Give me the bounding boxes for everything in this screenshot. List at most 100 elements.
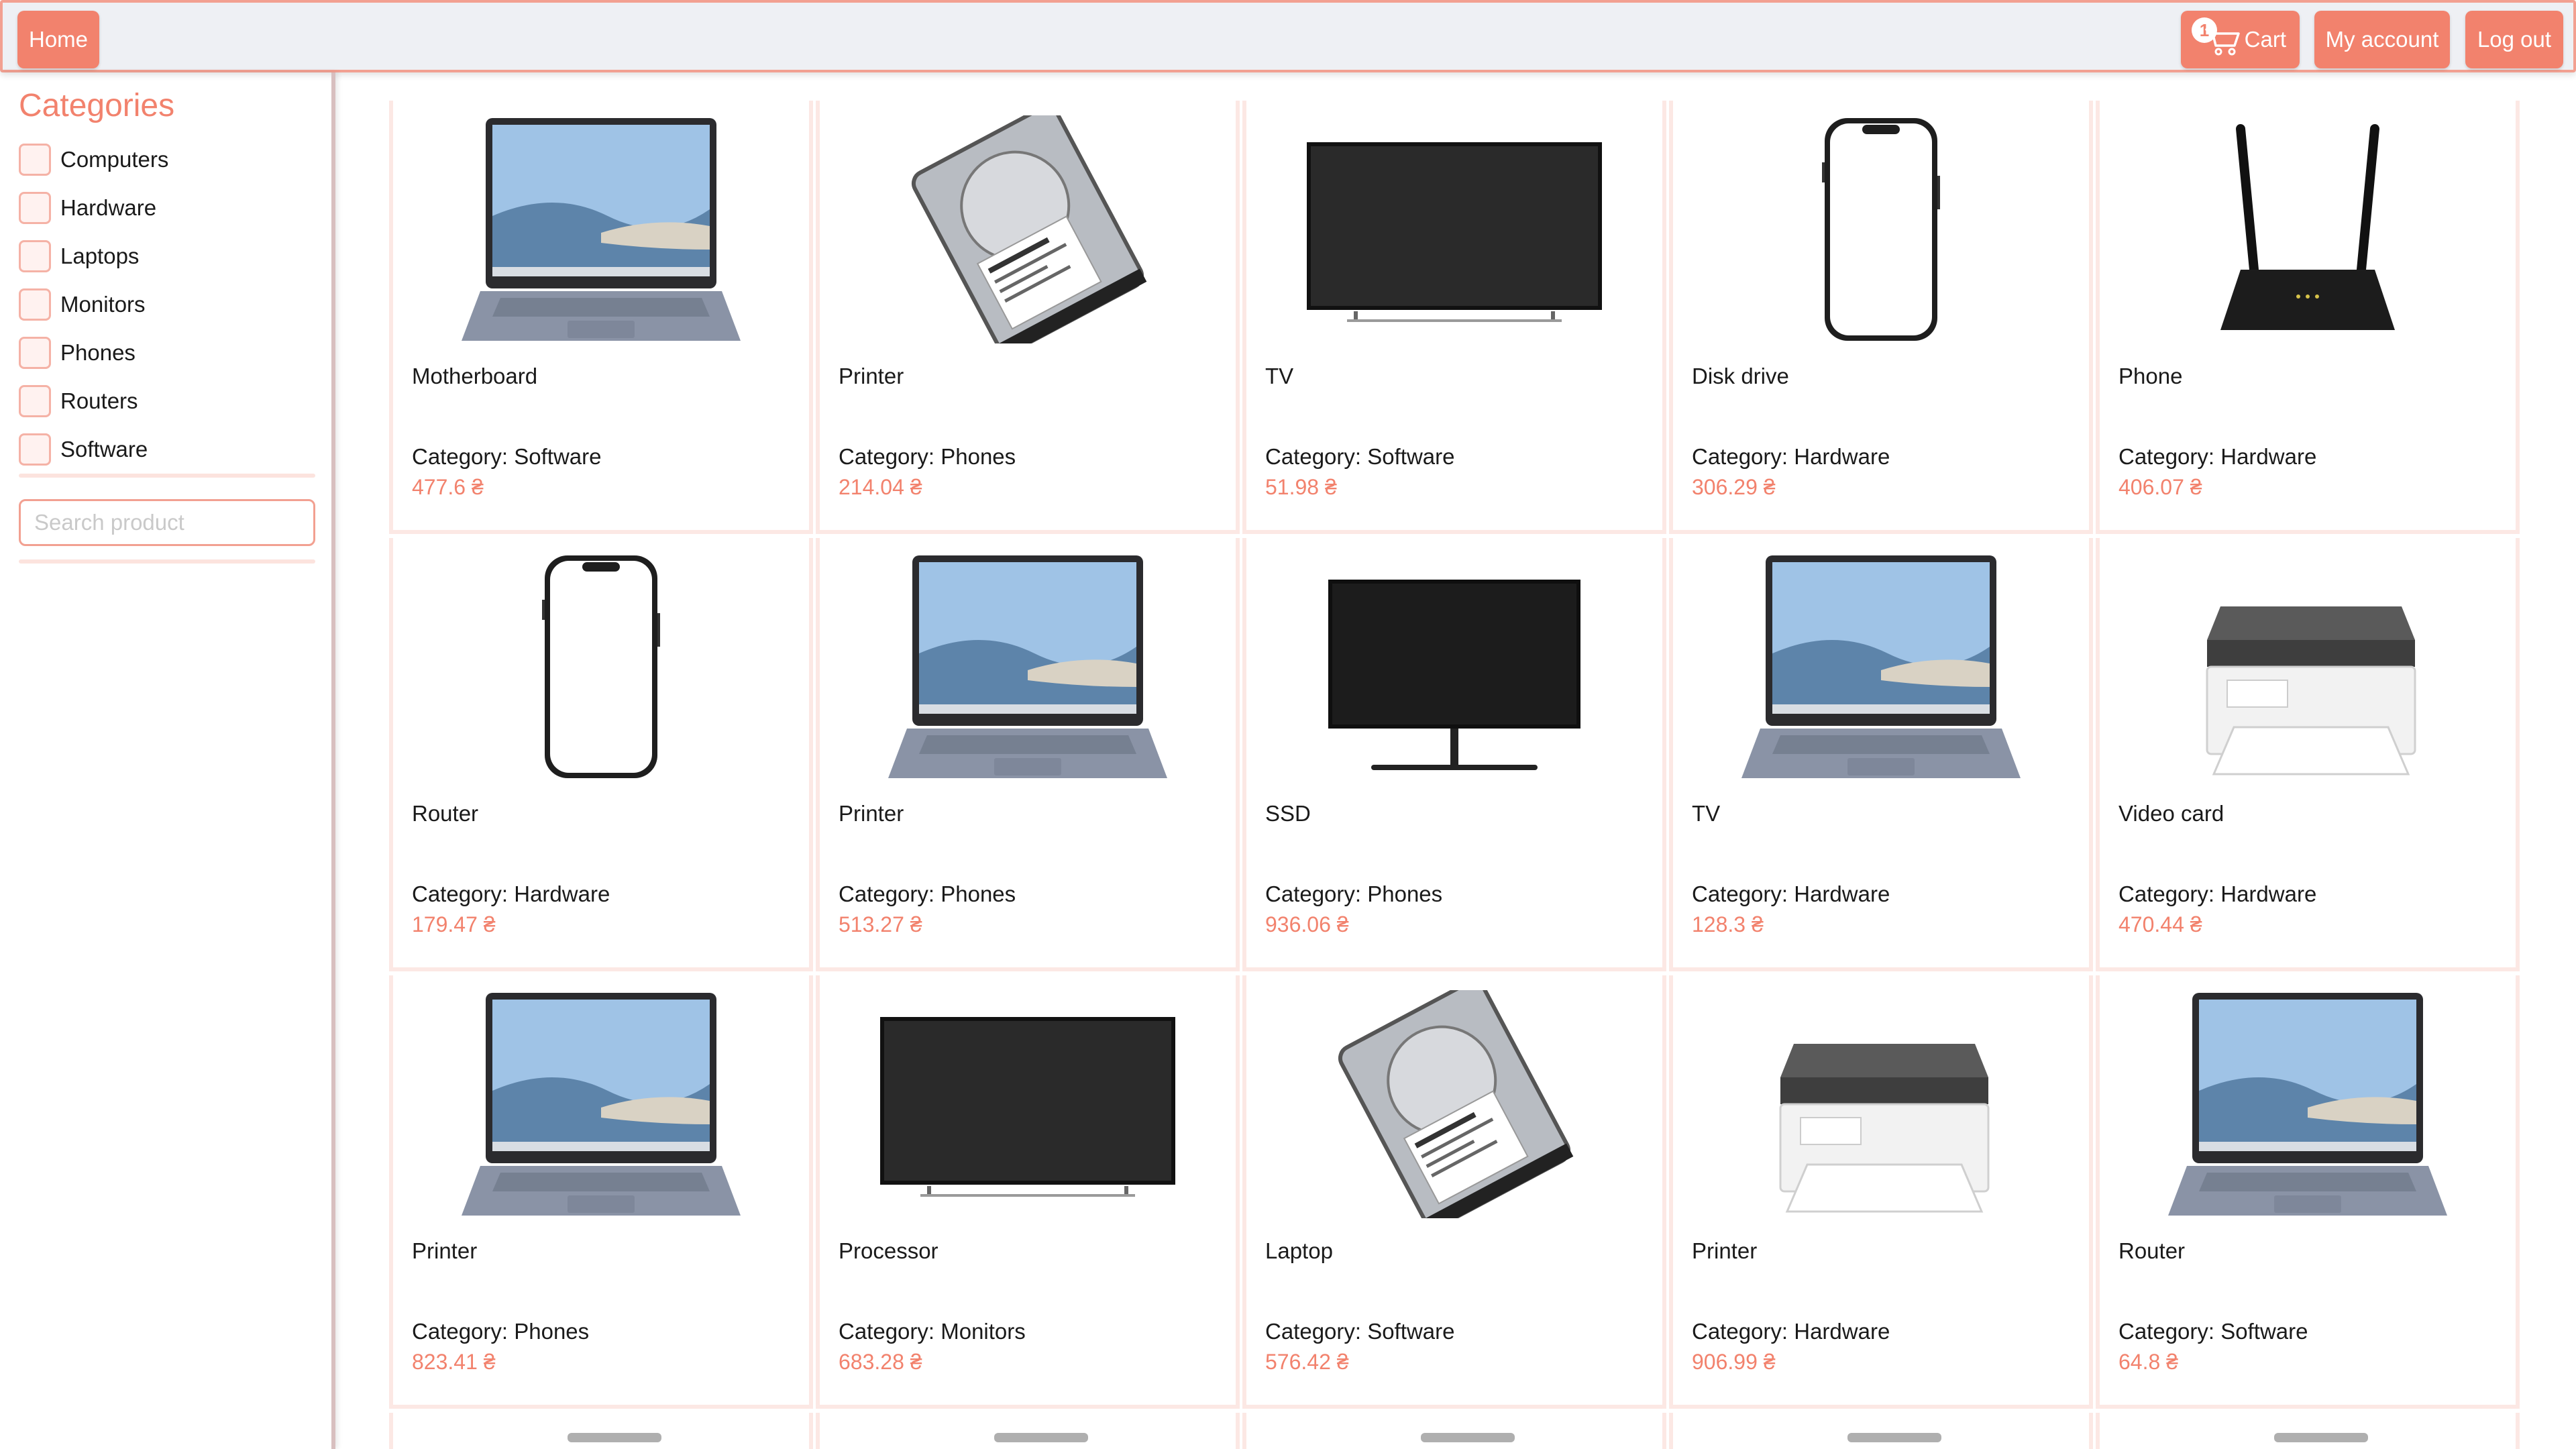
product-card[interactable]: Disk drive Category: Hardware 306.29 ₴ [1669,101,2093,534]
product-name[interactable]: Laptop [1265,1238,1333,1264]
categories-heading: Categories [19,88,175,123]
product-card[interactable]: TV Category: Software 51.98 ₴ [1242,101,1666,534]
product-price: 406.07 ₴ [2118,475,2202,499]
product-price: 128.3 ₴ [1692,912,1764,936]
printer-image[interactable] [1713,990,2049,1218]
product-category: Category: Hardware [2118,881,2317,906]
category-checkbox[interactable] [19,433,51,466]
product-card[interactable]: Video card Category: Hardware 470.44 ₴ [2096,538,2520,971]
product-name[interactable]: Phone [2118,364,2182,389]
product-price: 51.98 ₴ [1265,475,1337,499]
product-card[interactable]: Processor Category: Monitors 683.28 ₴ [816,975,1240,1409]
product-name[interactable]: TV [1265,364,1293,389]
category-checkbox[interactable] [19,288,51,321]
product-name[interactable]: Printer [412,1238,477,1264]
product-category: Category: Software [412,444,602,469]
product-card[interactable]: Printer Category: Phones 513.27 ₴ [816,538,1240,971]
category-checkbox[interactable] [19,337,51,369]
product-card[interactable]: Laptop Category: Software 576.42 ₴ [1242,975,1666,1409]
phone-image[interactable] [1713,115,2049,343]
product-name[interactable]: Router [2118,1238,2185,1264]
category-checkbox[interactable] [19,144,51,176]
laptop-image[interactable] [2140,990,2475,1218]
product-card[interactable]: Router Category: Hardware 179.47 ₴ [389,538,813,971]
category-label: Computers [60,147,169,172]
sidebar-divider [19,559,315,564]
product-name[interactable]: Processor [839,1238,938,1264]
product-image-partial [2274,1433,2368,1442]
category-checkbox[interactable] [19,192,51,224]
category-filter-list: Computers Hardware Laptops Monitors Phon… [19,136,168,474]
monitor-image[interactable] [1287,553,1622,781]
category-filter-monitors[interactable]: Monitors [19,280,168,329]
product-name[interactable]: Motherboard [412,364,537,389]
hard-drive-image[interactable] [860,105,1195,358]
product-name[interactable]: TV [1692,801,1720,826]
product-category: Category: Hardware [1692,1319,1890,1344]
product-category: Category: Software [1265,1319,1455,1344]
category-label: Hardware [60,195,157,220]
laptop-image[interactable] [1713,553,2049,781]
category-label: Laptops [60,244,140,268]
product-card[interactable]: Printer Category: Phones 823.41 ₴ [389,975,813,1409]
my-account-button[interactable]: My account [2314,11,2450,68]
category-label: Software [60,437,148,462]
laptop-image[interactable] [860,553,1195,781]
category-checkbox[interactable] [19,385,51,417]
product-card-partial[interactable] [816,1413,1240,1449]
home-button[interactable]: Home [17,11,99,68]
tv-image[interactable] [860,990,1195,1218]
product-card[interactable]: TV Category: Hardware 128.3 ₴ [1669,538,2093,971]
top-navbar: Home 1 Cart My account Log out [0,0,2576,72]
product-category: Category: Monitors [839,1319,1026,1344]
cart-icon [2205,28,2240,56]
product-image-partial [1421,1433,1515,1442]
laptop-image[interactable] [433,990,769,1218]
product-card-partial[interactable] [1242,1413,1666,1449]
product-image-partial [994,1433,1088,1442]
product-price: 470.44 ₴ [2118,912,2202,936]
product-name[interactable]: Video card [2118,801,2224,826]
category-filter-routers[interactable]: Routers [19,377,168,425]
category-filter-laptops[interactable]: Laptops [19,232,168,280]
product-card[interactable]: Phone Category: Hardware 406.07 ₴ [2096,101,2520,534]
product-price: 823.41 ₴ [412,1350,496,1374]
category-filter-software[interactable]: Software [19,425,168,474]
printer-image[interactable] [2140,553,2475,781]
category-checkbox[interactable] [19,240,51,272]
product-price: 306.29 ₴ [1692,475,1776,499]
search-product-input[interactable] [19,499,315,546]
phone-image[interactable] [433,553,769,781]
product-price: 513.27 ₴ [839,912,922,936]
product-name[interactable]: SSD [1265,801,1311,826]
product-card[interactable]: Motherboard Category: Software 477.6 ₴ [389,101,813,534]
cart-label: Cart [2244,27,2286,52]
product-name[interactable]: Disk drive [1692,364,1789,389]
product-name[interactable]: Router [412,801,478,826]
laptop-image[interactable] [433,115,769,343]
category-filter-computers[interactable]: Computers [19,136,168,184]
router-image[interactable] [2140,115,2475,343]
product-card-partial[interactable] [1669,1413,2093,1449]
product-card-partial[interactable] [389,1413,813,1449]
product-category: Category: Phones [412,1319,590,1344]
category-filter-hardware[interactable]: Hardware [19,184,168,232]
product-card-partial[interactable] [2096,1413,2520,1449]
hard-drive-image[interactable] [1287,979,1622,1232]
tv-image[interactable] [1287,115,1622,343]
product-name[interactable]: Printer [839,801,904,826]
product-category: Category: Phones [1265,881,1443,906]
product-category: Category: Software [1265,444,1455,469]
product-name[interactable]: Printer [839,364,904,389]
product-card[interactable]: Printer Category: Hardware 906.99 ₴ [1669,975,2093,1409]
product-category: Category: Hardware [1692,881,1890,906]
product-card[interactable]: SSD Category: Phones 936.06 ₴ [1242,538,1666,971]
category-filter-phones[interactable]: Phones [19,329,168,377]
category-label: Phones [60,340,136,365]
product-category: Category: Hardware [1692,444,1890,469]
product-name[interactable]: Printer [1692,1238,1757,1264]
logout-button[interactable]: Log out [2465,11,2563,68]
cart-button[interactable]: 1 Cart [2181,11,2300,68]
product-card[interactable]: Router Category: Software 64.8 ₴ [2096,975,2520,1409]
product-card[interactable]: Printer Category: Phones 214.04 ₴ [816,101,1240,534]
